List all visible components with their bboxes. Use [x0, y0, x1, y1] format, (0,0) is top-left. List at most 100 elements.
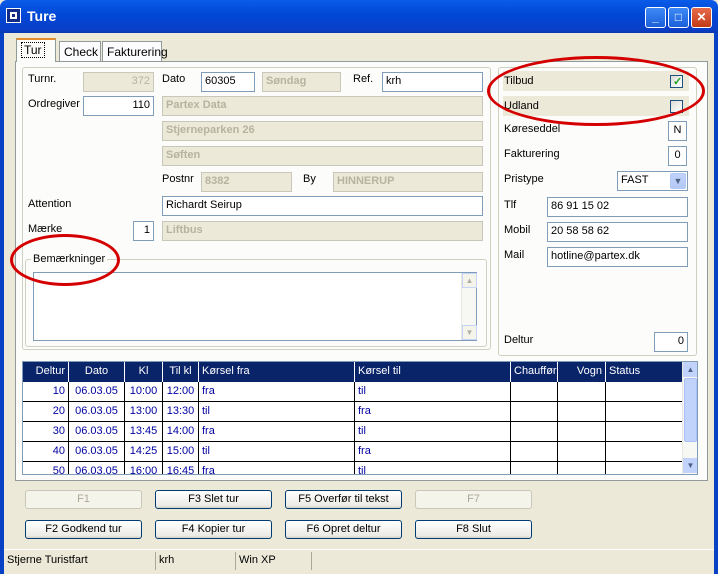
mobil-field[interactable]: 20 58 58 62	[547, 222, 688, 242]
cell-korsel-til[interactable]: til	[355, 382, 511, 402]
close-button[interactable]: ✕	[691, 7, 712, 28]
cell-kl[interactable]: 16:00	[125, 462, 163, 474]
cell-chauffor[interactable]	[511, 422, 558, 442]
cell-deltur[interactable]: 30	[23, 422, 69, 442]
f3-delete-trip-button[interactable]: F3 Slet tur	[155, 490, 272, 509]
cell-status[interactable]	[606, 422, 683, 442]
scroll-thumb[interactable]	[684, 378, 697, 442]
tlf-field[interactable]: 86 91 15 02	[547, 197, 688, 217]
column-header-deltur[interactable]: Deltur	[23, 362, 69, 382]
minimize-button[interactable]: _	[645, 7, 666, 28]
f2-approve-trip-button[interactable]: F2 Godkend tur	[25, 520, 142, 539]
cell-status[interactable]	[606, 462, 683, 474]
mail-field[interactable]: hotline@partex.dk	[547, 247, 688, 267]
pristype-value: FAST	[621, 174, 649, 186]
cell-deltur[interactable]: 50	[23, 462, 69, 474]
dato-field[interactable]: 60305	[201, 72, 255, 92]
scroll-down-icon[interactable]: ▼	[683, 458, 697, 473]
cell-korsel-fra[interactable]: fra	[199, 422, 355, 442]
cell-korsel-til[interactable]: til	[355, 462, 511, 474]
cell-korsel-fra[interactable]: fra	[199, 382, 355, 402]
pristype-select[interactable]: FAST ▼	[617, 171, 688, 191]
table-scrollbar[interactable]: ▲ ▼	[682, 362, 697, 474]
f7-button[interactable]: F7	[415, 490, 532, 509]
ref-label: Ref.	[353, 73, 374, 85]
f5-transfer-text-button[interactable]: F5 Overfør til tekst	[285, 490, 402, 509]
cell-kl[interactable]: 13:45	[125, 422, 163, 442]
cell-deltur[interactable]: 40	[23, 442, 69, 462]
f8-exit-button[interactable]: F8 Slut	[415, 520, 532, 539]
column-header-status[interactable]: Status	[606, 362, 683, 382]
cell-vogn[interactable]	[558, 462, 606, 474]
deltur-field[interactable]: 0	[654, 332, 688, 352]
cell-status[interactable]	[606, 442, 683, 462]
scroll-up-icon[interactable]: ▲	[683, 362, 697, 377]
chevron-down-icon[interactable]: ▼	[670, 173, 686, 189]
annotation-ellipse-remarks	[10, 234, 120, 286]
cell-korsel-fra[interactable]: fra	[199, 462, 355, 474]
status-company: Stjerne Turistfart	[4, 552, 156, 570]
maerke-label: Mærke	[28, 223, 63, 235]
cell-vogn[interactable]	[558, 382, 606, 402]
cell-dato[interactable]: 06.03.05	[69, 442, 125, 462]
cell-korsel-til[interactable]: fra	[355, 442, 511, 462]
column-header-tilkl[interactable]: Til kl	[163, 362, 199, 382]
cell-korsel-til[interactable]: til	[355, 422, 511, 442]
tab-tur-label: Tur	[21, 42, 45, 58]
cell-tilkl[interactable]: 14:00	[163, 422, 199, 442]
remarks-scrollbar[interactable]: ▲ ▼	[461, 273, 477, 340]
cell-dato[interactable]: 06.03.05	[69, 462, 125, 474]
cell-dato[interactable]: 06.03.05	[69, 402, 125, 422]
cell-vogn[interactable]	[558, 402, 606, 422]
annotation-ellipse-checkboxes	[487, 56, 705, 126]
cell-chauffor[interactable]	[511, 402, 558, 422]
title-bar[interactable]: Ture _ □ ✕	[0, 0, 718, 33]
deltur-table[interactable]: Deltur Dato Kl Til kl Kørsel fra Kørsel …	[22, 361, 698, 475]
ordregiver-field[interactable]: 110	[83, 96, 154, 116]
column-header-vogn[interactable]: Vogn	[558, 362, 606, 382]
cell-kl[interactable]: 13:00	[125, 402, 163, 422]
remarks-textarea[interactable]	[33, 272, 477, 341]
cell-chauffor[interactable]	[511, 382, 558, 402]
column-header-dato[interactable]: Dato	[69, 362, 125, 382]
column-header-chauffor[interactable]: Chauffør	[511, 362, 558, 382]
cell-korsel-fra[interactable]: til	[199, 442, 355, 462]
scroll-down-icon[interactable]: ▼	[462, 325, 477, 340]
cell-dato[interactable]: 06.03.05	[69, 422, 125, 442]
scroll-up-icon[interactable]: ▲	[462, 273, 477, 288]
cell-vogn[interactable]	[558, 422, 606, 442]
cell-korsel-fra[interactable]: til	[199, 402, 355, 422]
cell-status[interactable]	[606, 402, 683, 422]
maerke-field[interactable]: 1	[133, 221, 154, 241]
tab-check[interactable]: Check	[59, 41, 101, 61]
column-header-korsel-fra[interactable]: Kørsel fra	[199, 362, 355, 382]
cell-deltur[interactable]: 10	[23, 382, 69, 402]
cell-chauffor[interactable]	[511, 462, 558, 474]
attention-field[interactable]: Richardt Seirup	[162, 196, 483, 216]
koreseddel-field[interactable]: N	[668, 121, 687, 141]
cell-kl[interactable]: 14:25	[125, 442, 163, 462]
cell-dato[interactable]: 06.03.05	[69, 382, 125, 402]
cell-tilkl[interactable]: 16:45	[163, 462, 199, 474]
column-header-kl[interactable]: Kl	[125, 362, 163, 382]
maximize-button[interactable]: □	[668, 7, 689, 28]
cell-status[interactable]	[606, 382, 683, 402]
cell-tilkl[interactable]: 12:00	[163, 382, 199, 402]
app-icon[interactable]	[6, 8, 21, 23]
f6-create-subtrip-button[interactable]: F6 Opret deltur	[285, 520, 402, 539]
tab-tur[interactable]: Tur	[16, 38, 56, 62]
f1-button[interactable]: F1	[25, 490, 142, 509]
cell-deltur[interactable]: 20	[23, 402, 69, 422]
tlf-label: Tlf	[504, 199, 517, 211]
tab-fakturering[interactable]: Fakturering	[102, 41, 168, 61]
f4-copy-trip-button[interactable]: F4 Kopier tur	[155, 520, 272, 539]
fakturering-field[interactable]: 0	[668, 146, 687, 166]
cell-kl[interactable]: 10:00	[125, 382, 163, 402]
cell-tilkl[interactable]: 15:00	[163, 442, 199, 462]
cell-vogn[interactable]	[558, 442, 606, 462]
cell-korsel-til[interactable]: fra	[355, 402, 511, 422]
cell-chauffor[interactable]	[511, 442, 558, 462]
ref-field[interactable]: krh	[382, 72, 483, 92]
cell-tilkl[interactable]: 13:30	[163, 402, 199, 422]
column-header-korsel-til[interactable]: Kørsel til	[355, 362, 511, 382]
